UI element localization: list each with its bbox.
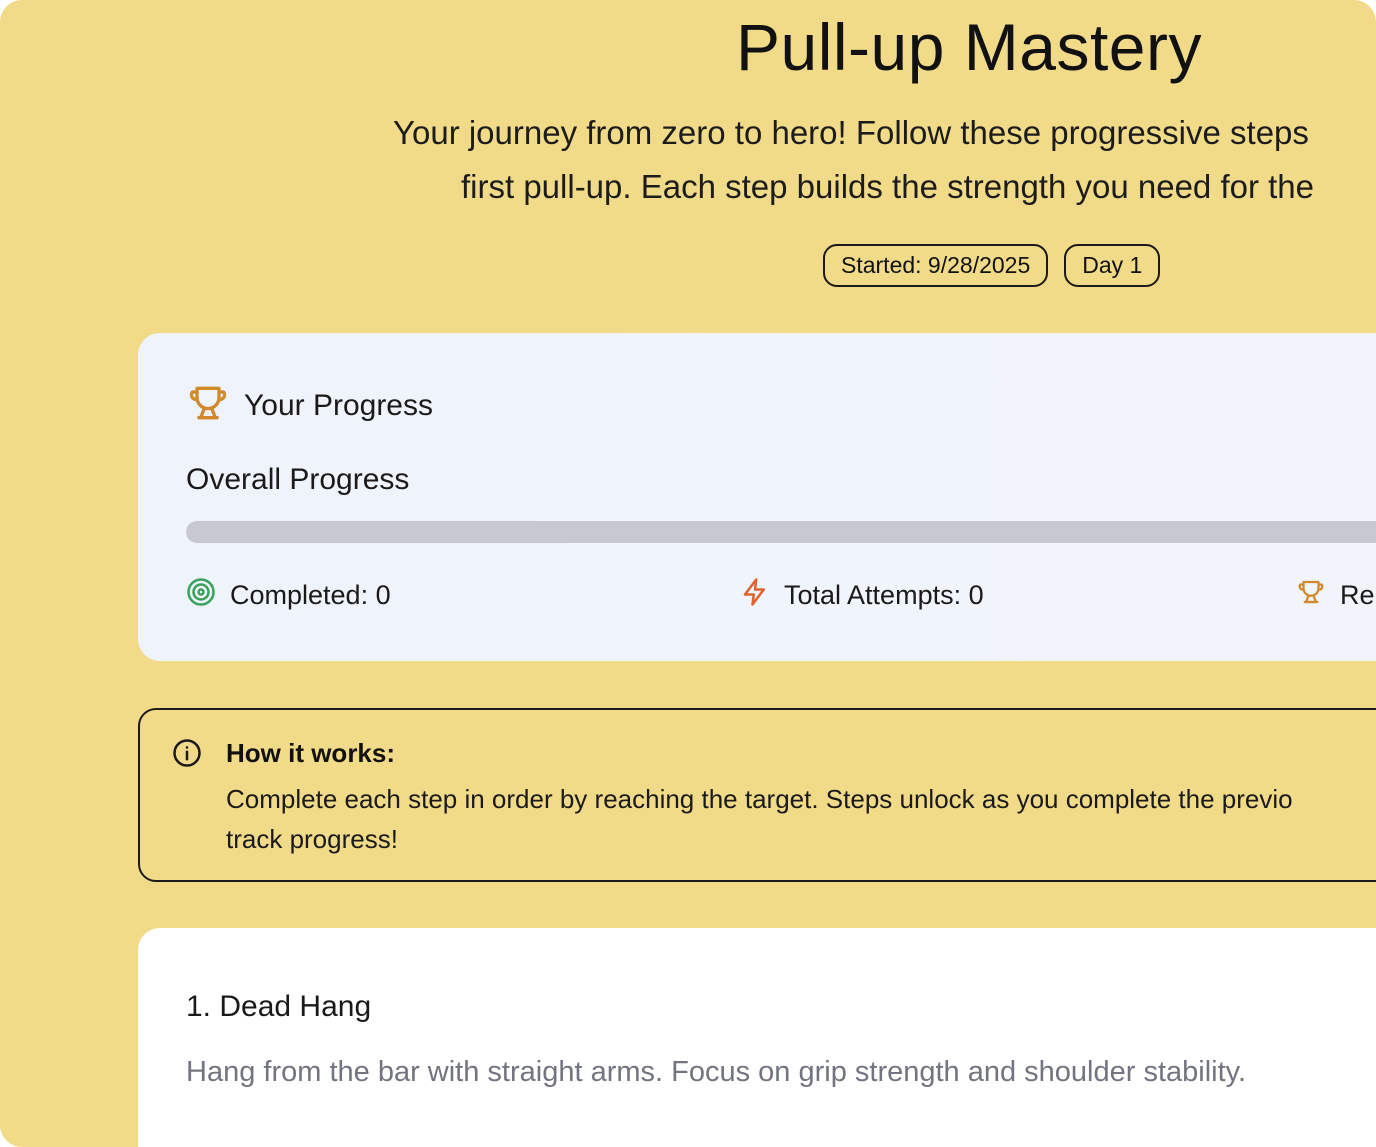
how-it-works-text-line-2: track progress! (226, 824, 398, 854)
trophy-small-icon (1296, 577, 1326, 614)
app-page: Pull-up Mastery Your journey from zero t… (0, 0, 1376, 1147)
header-badges: Started: 9/28/2025 Day 1 (823, 244, 1161, 287)
progress-card-title: Your Progress (244, 388, 433, 422)
step-card-dead-hang[interactable]: 1. Dead Hang Hang from the bar with stra… (138, 928, 1376, 1147)
how-it-works-text-line-1: Complete each step in order by reaching … (226, 784, 1293, 814)
target-icon (186, 577, 216, 614)
page-subtitle-line-1: Your journey from zero to hero! Follow t… (393, 114, 1309, 151)
third-stat: Re (1296, 577, 1375, 614)
overall-progress-bar (186, 521, 1376, 543)
how-it-works-box: How it works: Complete each step in orde… (138, 708, 1376, 882)
total-attempts-stat-label: Total Attempts: 0 (784, 580, 984, 610)
completed-stat-label: Completed: 0 (230, 580, 391, 610)
total-attempts-stat: Total Attempts: 0 (740, 577, 984, 614)
info-icon (172, 738, 202, 773)
how-it-works-title: How it works: (226, 738, 396, 768)
progress-card-header: Your Progress (186, 381, 433, 430)
completed-stat: Completed: 0 (186, 577, 391, 614)
started-badge: Started: 9/28/2025 (823, 244, 1049, 287)
lightning-icon (740, 577, 770, 614)
trophy-icon (186, 381, 230, 430)
overall-progress-label: Overall Progress (186, 463, 410, 496)
step-title: 1. Dead Hang (186, 990, 372, 1023)
day-badge: Day 1 (1064, 244, 1161, 287)
step-description: Hang from the bar with straight arms. Fo… (186, 1056, 1247, 1088)
progress-card: Your Progress Overall Progress Completed… (138, 333, 1376, 661)
page-title: Pull-up Mastery (736, 10, 1202, 84)
page-subtitle-line-2: first pull-up. Each step builds the stre… (461, 168, 1315, 205)
third-stat-label: Re (1340, 580, 1375, 610)
